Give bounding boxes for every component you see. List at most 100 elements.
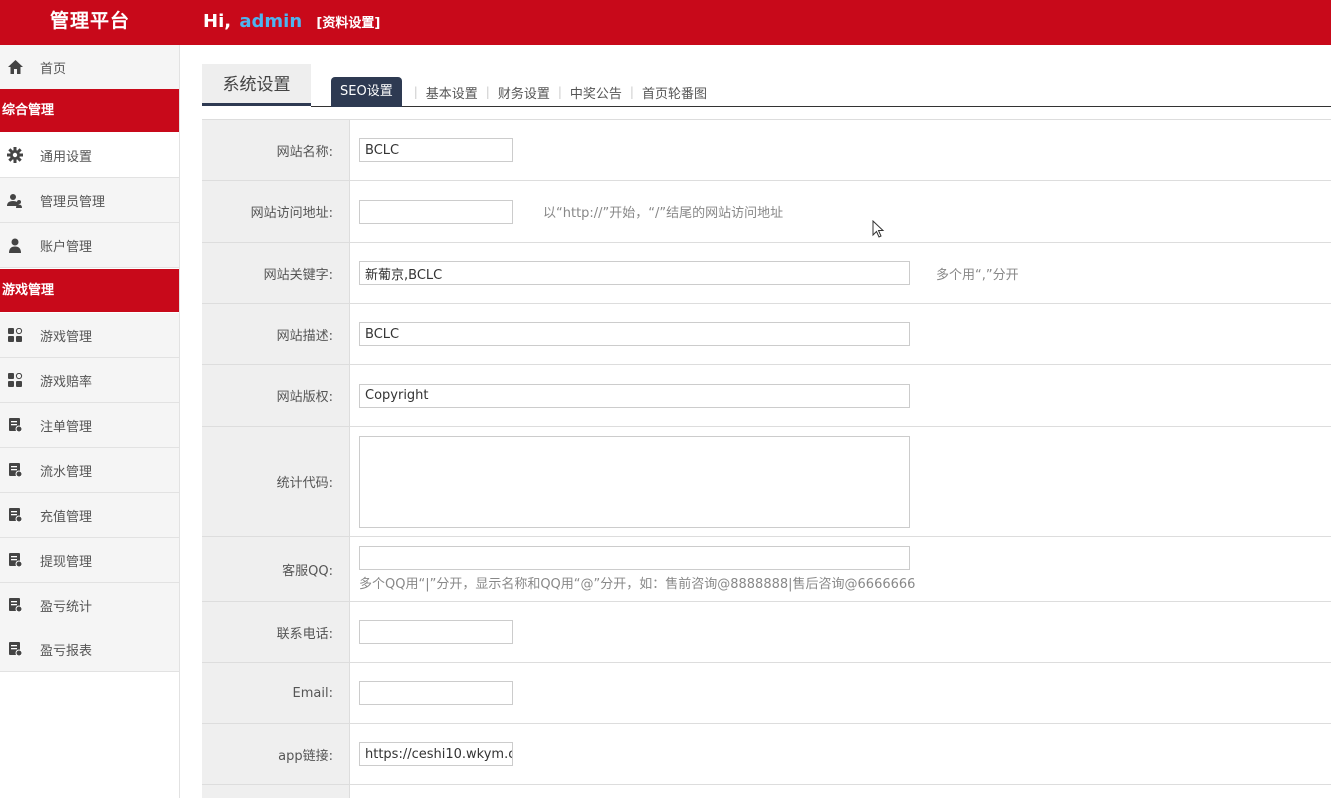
form-row-stats-code: 统计代码: [202,427,1331,537]
sidebar-item-general-settings[interactable]: 通用设置 [0,133,179,178]
app-link-input[interactable] [359,742,513,766]
sidebar-item-home[interactable]: 首页 [0,45,179,90]
sidebar-item-label: 盈亏统计 [40,599,93,615]
form-row-site-url: 网站访问地址: 以“http://”开始，“/”结尾的网站访问地址 [202,181,1331,243]
sidebar-item-profit-stats[interactable]: 盈亏统计 [0,583,179,628]
report-icon [7,417,23,433]
tab-separator: | [629,85,634,99]
field-label: app链接: [202,724,350,784]
sidebar-item-label: 游戏管理 [40,329,93,345]
sidebar-item-label: 首页 [40,61,67,77]
sidebar-item-odds[interactable]: 游戏赔率 [0,358,179,403]
field-label: 网站名称: [202,120,350,180]
field-value [350,427,1331,536]
field-value [350,785,1331,798]
phone-input[interactable] [359,620,513,644]
sidebar-item-label: 充值管理 [40,509,93,525]
settings-tabs: SEO设置 | 基本设置 | 财务设置 | 中奖公告 | 首页轮番图 [331,77,707,107]
field-label: Email: [202,663,350,723]
report-icon [7,552,23,568]
page-title: 系统设置 [202,64,311,106]
email-input[interactable] [359,681,513,705]
sidebar-item-label: 流水管理 [40,464,93,480]
sidebar-item-bets[interactable]: 注单管理 [0,403,179,448]
sidebar-group-general: 综合管理 [0,89,179,132]
sidebar-item-label: 管理员管理 [40,194,106,210]
sidebar-item-recharge[interactable]: 充值管理 [0,493,179,538]
tab-seo[interactable]: SEO设置 [331,77,402,107]
username: admin [239,11,303,32]
field-label [202,785,350,798]
form-row-copyright: 网站版权: [202,365,1331,427]
field-value: 多个QQ用“|”分开，显示名称和QQ用“@”分开，如：售前咨询@8888888|… [350,537,1331,601]
keywords-hint: 多个用“,”分开 [936,267,1019,283]
qq-hint: 多个QQ用“|”分开，显示名称和QQ用“@”分开，如：售前咨询@8888888|… [359,577,916,592]
form-row-app-link: app链接: [202,724,1331,785]
sidebar-item-label: 注单管理 [40,419,93,435]
report-icon [7,641,23,657]
qq-input[interactable] [359,546,910,570]
form-row-phone: 联系电话: [202,602,1331,663]
gear-icon [7,147,23,163]
field-value [350,304,1331,364]
sidebar-item-label: 通用设置 [40,149,93,165]
profile-settings-link[interactable]: [资料设置] [316,16,380,31]
field-label: 网站描述: [202,304,350,364]
tab-separator: | [557,85,562,99]
tab-finance[interactable]: 财务设置 [498,83,550,102]
users-icon [7,192,23,208]
form-row-email: Email: [202,663,1331,724]
sidebar-item-withdraw[interactable]: 提现管理 [0,538,179,583]
form-row-qq: 客服QQ: 多个QQ用“|”分开，显示名称和QQ用“@”分开，如：售前咨询@88… [202,537,1331,602]
keywords-input[interactable] [359,261,910,285]
seo-settings-form: 网站名称: 网站访问地址: 以“http://”开始，“/”结尾的网站访问地址 … [202,119,1331,798]
grid-icon [7,372,23,388]
sidebar-item-label: 游戏赔率 [40,374,93,390]
home-icon [7,59,23,75]
brand-title: 管理平台 [49,10,130,32]
tab-home-carousel[interactable]: 首页轮番图 [642,83,707,102]
sidebar-item-label: 账户管理 [40,239,93,255]
site-url-input[interactable] [359,199,513,224]
field-label: 联系电话: [202,602,350,662]
report-icon [7,597,23,613]
report-icon [7,507,23,523]
field-label: 统计代码: [202,427,350,536]
top-header: 管理平台 Hi, admin [资料设置] [0,0,1331,45]
greeting: Hi, admin [资料设置] [203,0,380,45]
sidebar-item-games[interactable]: 游戏管理 [0,313,179,358]
field-label: 网站关键字: [202,243,350,303]
field-label: 网站访问地址: [202,181,350,242]
grid-icon [7,327,23,343]
form-row-site-name: 网站名称: [202,120,1331,181]
sidebar-item-profit-report[interactable]: 盈亏报表 [0,627,179,672]
stats-code-textarea[interactable] [359,435,910,528]
greeting-text: Hi, [203,11,232,32]
sidebar-item-accounts[interactable]: 账户管理 [0,223,179,268]
report-icon [7,462,23,478]
sidebar: 首页 综合管理 通用设置 管理员管理 账户管理 游戏管理 游戏管理 游戏赔率 注… [0,45,180,798]
sidebar-group-games: 游戏管理 [0,269,179,312]
sidebar-item-label: 盈亏报表 [40,643,93,659]
field-value [350,663,1331,723]
field-label: 客服QQ: [202,537,350,601]
sidebar-item-label: 提现管理 [40,554,93,570]
field-value [350,120,1331,180]
tab-basic[interactable]: 基本设置 [426,83,478,102]
form-row-next [202,785,1331,798]
field-label: 网站版权: [202,365,350,426]
form-row-description: 网站描述: [202,304,1331,365]
tab-separator: | [485,85,490,99]
sidebar-item-flow[interactable]: 流水管理 [0,448,179,493]
field-value [350,724,1331,784]
sidebar-item-admins[interactable]: 管理员管理 [0,178,179,223]
description-input[interactable] [359,322,910,346]
site-url-hint: 以“http://”开始，“/”结尾的网站访问地址 [543,206,784,221]
field-value [350,365,1331,426]
copyright-input[interactable] [359,383,910,408]
site-name-input[interactable] [359,138,513,162]
tab-winning-notice[interactable]: 中奖公告 [570,83,622,102]
field-value: 多个用“,”分开 [350,243,1331,303]
field-value [350,602,1331,662]
form-row-keywords: 网站关键字: 多个用“,”分开 [202,243,1331,304]
